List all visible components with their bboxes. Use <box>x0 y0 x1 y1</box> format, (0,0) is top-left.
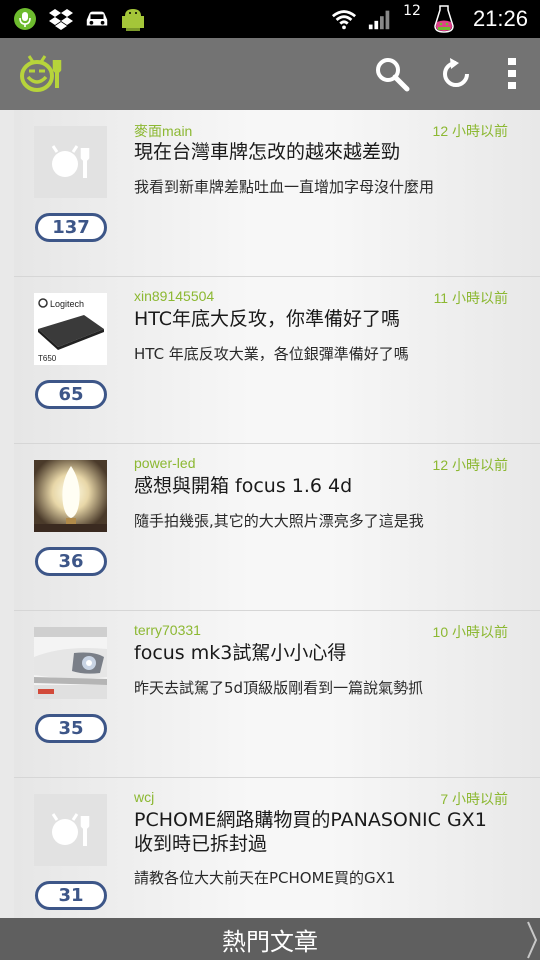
action-bar <box>0 38 540 110</box>
dropbox-icon <box>48 6 74 32</box>
car-headlight-image <box>34 627 107 699</box>
battery-robot-icon <box>431 5 457 33</box>
candle-bulb-image <box>34 460 107 532</box>
logitech-touchpad-image: Logitech T650 <box>34 293 107 365</box>
chevron-right-icon[interactable] <box>526 920 538 960</box>
post-time: 10 小時以前 <box>432 624 508 640</box>
thumb-model-text: T650 <box>38 354 57 363</box>
thumb-brand-text: Logitech <box>50 299 84 309</box>
list-item[interactable]: 31 wcj 7 小時以前 PCHOME網路購物買的PANASONIC GX1收… <box>14 778 540 920</box>
hot-articles-tab[interactable]: 熱門文章 <box>0 918 540 960</box>
status-bar: 12 21:26 <box>0 0 540 38</box>
placeholder-logo-icon <box>51 813 89 846</box>
food-face-logo-icon[interactable] <box>18 51 64 97</box>
post-time: 12 小時以前 <box>432 457 508 473</box>
reply-count-badge: 137 <box>35 213 107 242</box>
car-icon <box>84 6 110 32</box>
list-item[interactable]: 35 terry70331 10 小時以前 focus mk3試駕小小心得 昨天… <box>14 611 540 778</box>
post-author[interactable]: power-led <box>134 455 195 471</box>
placeholder-logo-icon <box>51 145 89 178</box>
post-author[interactable]: terry70331 <box>134 622 201 638</box>
android-icon <box>120 6 146 32</box>
search-icon[interactable] <box>372 54 412 94</box>
microphone-icon <box>12 6 38 32</box>
post-thumbnail: Logitech T650 <box>34 293 107 365</box>
post-summary: 昨天去試駕了5d頂級版剛看到一篇說氣勢抓 <box>134 679 424 697</box>
post-author[interactable]: wcj <box>134 789 154 805</box>
post-author[interactable]: 麥面main <box>134 121 192 141</box>
post-title[interactable]: 現在台灣車牌怎改的越來越差勁 <box>134 140 494 164</box>
post-thumbnail <box>34 126 107 198</box>
post-summary: 請教各位大大前天在PCHOME買的GX1 <box>134 869 396 887</box>
list-item[interactable]: Logitech T650 65 xin89145504 11 小時以前 HTC… <box>14 277 540 444</box>
post-title[interactable]: HTC年底大反攻，你準備好了嗎 <box>134 307 494 331</box>
post-thumbnail <box>34 460 107 532</box>
post-time: 7 小時以前 <box>440 791 508 807</box>
overflow-menu-icon[interactable] <box>500 54 524 94</box>
post-time: 12 小時以前 <box>432 123 508 139</box>
post-title[interactable]: PCHOME網路購物買的PANASONIC GX1收到時已拆封過 <box>134 808 494 856</box>
post-author[interactable]: xin89145504 <box>134 288 214 304</box>
system-icons: 12 21:26 <box>331 3 528 33</box>
clock: 21:26 <box>472 6 528 31</box>
reply-count-badge: 35 <box>35 714 107 743</box>
post-thumbnail <box>34 627 107 699</box>
action-buttons <box>372 54 524 94</box>
post-thumbnail <box>34 794 107 866</box>
notification-icons <box>12 6 146 32</box>
post-time: 11 小時以前 <box>433 290 508 306</box>
reply-count-badge: 36 <box>35 547 107 576</box>
post-summary: 隨手拍幾張,其它的大大照片漂亮多了這是我 <box>134 512 424 530</box>
bottom-bar-label: 熱門文章 <box>222 927 318 956</box>
post-list[interactable]: 137 麥面main 12 小時以前 現在台灣車牌怎改的越來越差勁 我看到新車牌… <box>14 110 540 920</box>
post-title[interactable]: 感想與開箱 focus 1.6 4d <box>134 474 494 498</box>
list-item[interactable]: 137 麥面main 12 小時以前 現在台灣車牌怎改的越來越差勁 我看到新車牌… <box>14 110 540 277</box>
post-summary: 我看到新車牌差點吐血一直增加字母沒什麼用 <box>134 178 435 196</box>
post-title[interactable]: focus mk3試駕小小心得 <box>134 641 494 665</box>
signal-icon <box>367 6 393 32</box>
reply-count-badge: 31 <box>35 881 107 910</box>
refresh-icon[interactable] <box>436 54 476 94</box>
reply-count-badge: 65 <box>35 380 107 409</box>
notification-count: 12 <box>403 3 421 19</box>
wifi-icon <box>331 6 357 32</box>
list-item[interactable]: 36 power-led 12 小時以前 感想與開箱 focus 1.6 4d … <box>14 444 540 611</box>
post-summary: HTC 年底反攻大業，各位銀彈準備好了嗎 <box>134 345 409 363</box>
